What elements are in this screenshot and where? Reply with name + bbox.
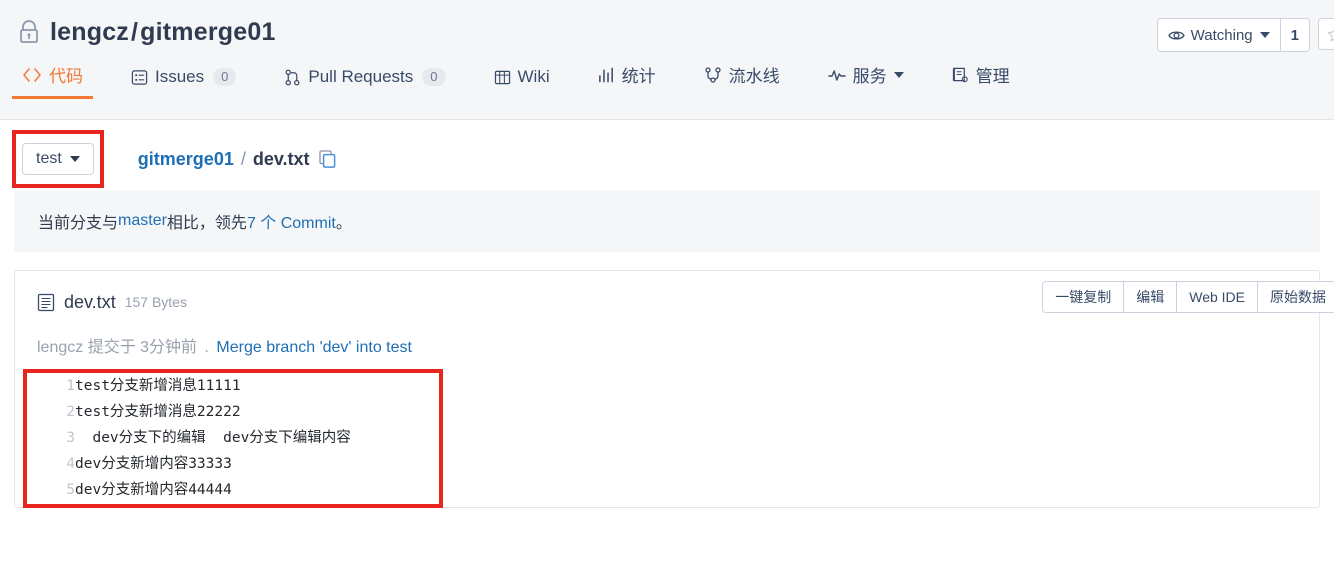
line-number: 5: [66, 482, 75, 498]
line-number: 4: [66, 456, 75, 472]
tab-statistics-label: 统计: [621, 67, 656, 86]
breadcrumb: gitmerge01 / dev.txt: [138, 149, 336, 170]
watch-label: Watching: [1190, 26, 1253, 44]
chevron-down-icon: [1259, 32, 1270, 38]
tab-pull-requests-label: Pull Requests: [308, 67, 414, 86]
watch-button-group: Watching 1: [1156, 18, 1310, 52]
star-icon: [1327, 27, 1334, 41]
page-title: lengcz/gitmerge01: [50, 18, 276, 47]
active-tab-underline: [12, 96, 93, 99]
service-icon: [827, 69, 846, 81]
tab-manage-label: 管理: [975, 67, 1010, 86]
tab-issues[interactable]: Issues 0: [131, 67, 237, 98]
issues-icon: [131, 69, 148, 85]
tab-manage[interactable]: 管理: [952, 62, 1010, 98]
line-content[interactable]: dev分支新增内容33333: [75, 451, 351, 477]
tab-wiki-label: Wiki: [517, 67, 550, 86]
title-separator: /: [131, 17, 139, 46]
pull-request-icon: [285, 69, 300, 85]
file-name: dev.txt: [64, 291, 116, 312]
raw-button[interactable]: 原始数据: [1257, 282, 1334, 312]
code-line-row: 3 dev分支下的编辑 dev分支下编辑内容: [29, 425, 351, 451]
lock-icon: [20, 20, 38, 43]
breadcrumb-repo-link[interactable]: gitmerge01: [138, 149, 234, 170]
star-button[interactable]: [1318, 18, 1334, 50]
code-line-row: 2 test分支新增消息22222: [29, 399, 351, 425]
tab-statistics[interactable]: 统计: [598, 62, 656, 98]
file-header: dev.txt 157 Bytes 一键复制 编辑 Web IDE 原始数据: [15, 271, 1334, 331]
file-card: dev.txt 157 Bytes 一键复制 编辑 Web IDE 原始数据 l…: [14, 270, 1334, 508]
manage-icon: [952, 67, 968, 82]
repo-header: lengcz/gitmerge01 Watching 1 代码 Issues 0…: [0, 0, 1334, 120]
repo-name[interactable]: gitmerge01: [140, 18, 275, 46]
line-content[interactable]: test分支新增消息11111: [75, 373, 351, 399]
line-content[interactable]: dev分支新增内容44444: [75, 477, 351, 503]
banner-middle: 相比，领先: [166, 215, 247, 232]
chevron-down-icon: [69, 156, 80, 162]
issues-count-badge: 0: [213, 68, 237, 86]
banner-commit-link[interactable]: 7 个 Commit: [247, 209, 336, 233]
file-text-icon: [37, 293, 55, 311]
tab-service[interactable]: 服务: [827, 62, 904, 98]
line-content[interactable]: test分支新增消息22222: [75, 399, 351, 425]
tab-code-label: 代码: [49, 67, 83, 86]
banner-suffix: 。: [335, 215, 352, 232]
line-number: 1: [66, 378, 75, 394]
file-size: 157 Bytes: [124, 294, 187, 310]
repo-owner[interactable]: lengcz: [50, 18, 129, 46]
breadcrumb-file-name: dev.txt: [252, 148, 310, 169]
code-line-row: 1 test分支新增消息11111: [29, 373, 351, 399]
line-content[interactable]: dev分支下的编辑 dev分支下编辑内容: [75, 425, 350, 451]
commit-message[interactable]: Merge branch 'dev' into test: [216, 339, 412, 356]
line-number: 2: [66, 404, 75, 420]
tab-code[interactable]: 代码: [12, 62, 93, 99]
branch-breadcrumb-row: test gitmerge01 / dev.txt: [0, 120, 1334, 188]
repo-nav-tabs: 代码 Issues 0 Pull Requests 0 Wiki 统计 流水线 …: [0, 46, 1334, 99]
code-table: 1 test分支新增消息11111 2 test分支新增消息22222 3 de…: [29, 373, 351, 503]
banner-prefix: 当前分支与: [38, 215, 119, 232]
branch-selector-wrapper: test: [12, 130, 104, 188]
tab-pull-requests[interactable]: Pull Requests 0: [284, 67, 446, 98]
repo-actions: Watching 1: [1156, 18, 1334, 52]
copy-icon[interactable]: [318, 150, 336, 168]
watch-button[interactable]: Watching: [1157, 19, 1280, 51]
pull-requests-count-badge: 0: [422, 68, 446, 86]
banner-base-branch-link[interactable]: master: [118, 212, 167, 230]
code-line-row: 5 dev分支新增内容44444: [29, 477, 351, 503]
commit-info: lengcz 提交于 3分钟前 . Merge branch 'dev' int…: [15, 331, 1319, 373]
commit-time: 提交于 3分钟前: [83, 339, 202, 356]
tab-wiki[interactable]: Wiki: [494, 67, 550, 98]
commit-author[interactable]: lengcz: [37, 339, 83, 356]
watch-count[interactable]: 1: [1279, 19, 1309, 51]
tab-service-label: 服务: [852, 67, 887, 86]
commit-dot: .: [204, 339, 209, 356]
line-number: 3: [66, 430, 75, 446]
code-icon: [23, 67, 41, 82]
eye-icon: [1167, 30, 1185, 40]
branch-compare-banner: 当前分支与 master 相比，领先 7 个 Commit。: [14, 190, 1320, 252]
breadcrumb-separator: /: [240, 148, 246, 169]
pipeline-icon: [704, 66, 721, 83]
branch-selector[interactable]: test: [22, 143, 94, 175]
chevron-down-icon: [893, 71, 904, 78]
tab-pipeline-label: 流水线: [728, 67, 780, 86]
web-ide-button[interactable]: Web IDE: [1176, 282, 1257, 312]
copy-all-button[interactable]: 一键复制: [1043, 282, 1124, 312]
edit-button[interactable]: 编辑: [1123, 282, 1177, 312]
code-line-row: 4 dev分支新增内容33333: [29, 451, 351, 477]
repo-title-row: lengcz/gitmerge01: [0, 0, 1334, 46]
code-viewer: 1 test分支新增消息11111 2 test分支新增消息22222 3 de…: [15, 369, 1319, 508]
file-action-buttons: 一键复制 编辑 Web IDE 原始数据: [1042, 281, 1334, 313]
branch-selector-label: test: [36, 150, 62, 167]
tab-issues-label: Issues: [155, 67, 205, 86]
stats-icon: [598, 67, 613, 82]
tab-pipeline[interactable]: 流水线: [704, 62, 780, 98]
wiki-icon: [494, 70, 510, 84]
